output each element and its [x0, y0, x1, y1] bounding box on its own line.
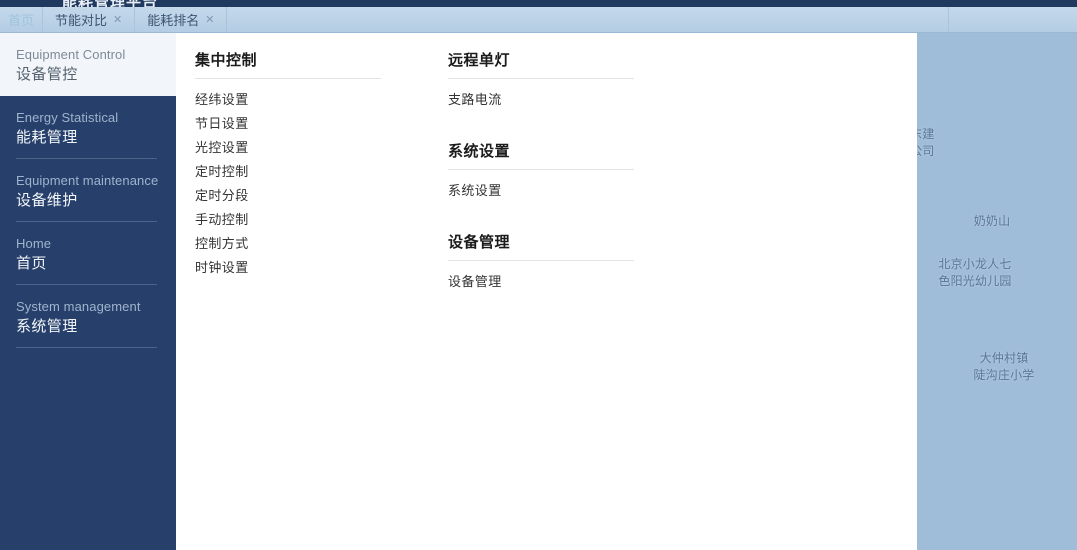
app-title: 能耗管理平台: [62, 0, 158, 7]
menu-item-branch-current[interactable]: 支路电流: [448, 88, 648, 112]
map-label-nainaishan: 奶奶山: [973, 214, 1011, 228]
sidebar-item-energy-statistical-zh: 能耗管理: [16, 129, 78, 146]
tab-energy-comparison-label: 节能对比: [55, 13, 108, 28]
tab-energy-ranking-label: 能耗排名: [147, 13, 200, 28]
window-titlebar: 能耗管理平台: [0, 0, 1077, 7]
map-label-primary-school: 大仲村镇 陡沟庄小学: [973, 351, 1035, 382]
menu-column-1: 集中控制 经纬设置 节日设置 光控设置 定时控制 定时分段 手动控制 控制方式 …: [195, 43, 395, 302]
tab-bar-empty-space: [227, 7, 949, 32]
menu-item-holiday-settings[interactable]: 节日设置: [195, 112, 395, 136]
tab-energy-comparison[interactable]: 节能对比 ✕: [43, 7, 136, 32]
menu-group-title: 远程单灯: [448, 43, 634, 79]
tab-home-label: 首页: [8, 13, 35, 28]
menu-item-longitude-latitude[interactable]: 经纬设置: [195, 88, 395, 112]
menu-item-system-settings[interactable]: 系统设置: [448, 179, 648, 203]
sidebar-item-system-management-en: System management: [16, 299, 141, 314]
tab-bar: 首页 节能对比 ✕ 能耗排名 ✕: [0, 7, 1077, 33]
divider: [16, 347, 157, 348]
sidebar-item-equipment-control-zh: 设备管控: [16, 66, 78, 83]
menu-item-timed-segment[interactable]: 定时分段: [195, 184, 395, 208]
menu-group-items: 支路电流: [448, 79, 648, 112]
sidebar-item-equipment-maintenance[interactable]: Equipment maintenance 设备维护: [0, 159, 176, 222]
menu-group-system-settings: 系统设置 系统设置: [448, 134, 648, 203]
menu-group-items: 系统设置: [448, 170, 648, 203]
sidebar-item-equipment-maintenance-zh: 设备维护: [16, 192, 78, 209]
sidebar-item-equipment-control-en: Equipment Control: [16, 47, 126, 62]
menu-group-items: 经纬设置 节日设置 光控设置 定时控制 定时分段 手动控制 控制方式 时钟设置: [195, 79, 395, 280]
menu-item-clock-settings[interactable]: 时钟设置: [195, 256, 395, 280]
menu-group-remote-single-lamp: 远程单灯 支路电流: [448, 43, 648, 112]
menu-item-equipment-management[interactable]: 设备管理: [448, 270, 648, 294]
menu-item-timed-control[interactable]: 定时控制: [195, 160, 395, 184]
sidebar-item-equipment-maintenance-en: Equipment maintenance: [16, 173, 159, 188]
sidebar-item-energy-statistical[interactable]: Energy Statistical 能耗管理: [0, 96, 176, 159]
menu-item-light-control-settings[interactable]: 光控设置: [195, 136, 395, 160]
sidebar-item-equipment-control[interactable]: Equipment Control 设备管控: [0, 33, 176, 96]
mega-menu-panel: 集中控制 经纬设置 节日设置 光控设置 定时控制 定时分段 手动控制 控制方式 …: [176, 33, 917, 550]
menu-group-centralized-control: 集中控制 经纬设置 节日设置 光控设置 定时控制 定时分段 手动控制 控制方式 …: [195, 43, 395, 280]
close-icon[interactable]: ✕: [205, 13, 214, 26]
menu-group-title: 集中控制: [195, 43, 381, 79]
menu-item-manual-control[interactable]: 手动控制: [195, 208, 395, 232]
application-root: 南东建 限公司 奶奶山 北京小龙人七 色阳光幼儿园 大仲村镇 陡沟庄小学 能耗管…: [0, 0, 1077, 550]
menu-group-items: 设备管理: [448, 261, 648, 294]
sidebar: Equipment Control 设备管控 Energy Statistica…: [0, 33, 176, 550]
sidebar-item-home-en: Home: [16, 236, 52, 251]
sidebar-item-energy-statistical-en: Energy Statistical: [16, 110, 119, 125]
map-label-kindergarten: 北京小龙人七 色阳光幼儿园: [938, 257, 1012, 288]
menu-group-equipment-management: 设备管理 设备管理: [448, 225, 648, 294]
close-icon[interactable]: ✕: [113, 13, 122, 26]
sidebar-item-home[interactable]: Home 首页: [0, 222, 176, 285]
menu-group-title: 系统设置: [448, 134, 634, 170]
sidebar-item-home-zh: 首页: [16, 255, 47, 272]
tab-energy-ranking[interactable]: 能耗排名 ✕: [135, 7, 228, 32]
tab-home[interactable]: 首页: [0, 7, 44, 32]
menu-column-2: 远程单灯 支路电流 系统设置 系统设置 设备管理 设备管理: [448, 43, 648, 316]
sidebar-item-system-management[interactable]: System management 系统管理: [0, 285, 176, 348]
menu-item-control-mode[interactable]: 控制方式: [195, 232, 395, 256]
sidebar-item-system-management-zh: 系统管理: [16, 318, 78, 335]
menu-group-title: 设备管理: [448, 225, 634, 261]
tab-bar-tail: [949, 7, 1077, 32]
